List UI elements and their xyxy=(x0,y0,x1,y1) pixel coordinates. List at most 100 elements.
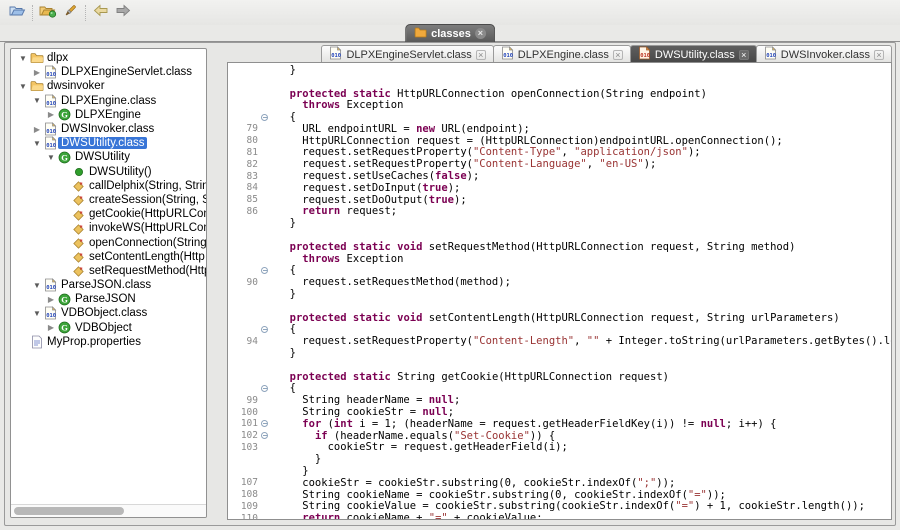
tree-item-dwsinvoker-class[interactable]: ▶010DWSInvoker.class xyxy=(11,122,206,136)
code-text: } xyxy=(271,64,296,76)
tree-item-label: DWSInvoker.class xyxy=(58,123,157,135)
code-text: request.setRequestProperty("Content-Lang… xyxy=(271,158,656,170)
code-text: protected static void setContentLength(H… xyxy=(271,312,840,324)
line-number: 100 xyxy=(228,407,258,418)
tree-item-parsejson-class[interactable]: ▼010ParseJSON.class xyxy=(11,278,206,292)
tree-item-dwsinvoker[interactable]: ▼dwsinvoker xyxy=(11,79,206,93)
open-file-button[interactable] xyxy=(6,3,28,23)
tree-item-dwsutility[interactable]: ▼GDWSUtility xyxy=(11,150,206,164)
fold-collapse-icon[interactable] xyxy=(258,267,271,274)
chevron-right-icon[interactable]: ▶ xyxy=(31,125,43,134)
close-icon[interactable]: × xyxy=(475,28,486,39)
chevron-down-icon[interactable]: ▼ xyxy=(31,309,43,318)
tree-item-setrequestmethod-http[interactable]: ssetRequestMethod(Http xyxy=(11,264,206,278)
svg-text:G: G xyxy=(61,153,68,163)
chevron-right-icon[interactable]: ▶ xyxy=(45,295,57,304)
package-tree-panel: ▼dlpx▶010DLPXEngineServlet.class▼dwsinvo… xyxy=(10,48,207,518)
code-text: request.setRequestProperty("Content-Type… xyxy=(271,146,701,158)
chevron-down-icon[interactable]: ▼ xyxy=(17,82,29,91)
back-arrow-button[interactable] xyxy=(90,3,112,23)
svg-text:010: 010 xyxy=(46,72,56,78)
editor-tab-dwsutility-class[interactable]: 010DWSUtility.class× xyxy=(630,45,757,63)
tree-item-dlpxengine[interactable]: ▶GDLPXEngine xyxy=(11,108,206,122)
tree-item-vdbobject[interactable]: ▶GVDBObject xyxy=(11,321,206,335)
fold-collapse-icon[interactable] xyxy=(258,385,271,392)
tree-item-getcookie-httpurlcon[interactable]: sgetCookie(HttpURLCon xyxy=(11,207,206,221)
tree-item-dwsutility-class[interactable]: ▼010DWSUtility.class xyxy=(11,136,206,150)
code-line: { xyxy=(228,383,891,395)
class-file-icon: 010 xyxy=(329,46,342,63)
scrollbar-thumb[interactable] xyxy=(14,507,124,515)
chevron-down-icon[interactable]: ▼ xyxy=(17,54,29,63)
chevron-right-icon[interactable]: ▶ xyxy=(31,68,43,77)
code-panel[interactable]: } protected static HttpURLConnection ope… xyxy=(227,62,892,520)
forward-arrow-button[interactable] xyxy=(112,3,134,23)
code-line: 81 request.setRequestProperty("Content-T… xyxy=(228,147,891,159)
tree-item-dlpx[interactable]: ▼dlpx xyxy=(11,51,206,65)
window-tab-strip: classes × xyxy=(0,25,900,42)
tree-item-createsession-string-st[interactable]: screateSession(String, St xyxy=(11,193,206,207)
svg-text:010: 010 xyxy=(766,53,776,59)
type-icon: G xyxy=(57,321,72,334)
class-icon: 010 xyxy=(43,278,58,292)
code-text: { xyxy=(271,264,296,276)
code-line: } xyxy=(228,347,891,359)
fold-collapse-icon[interactable] xyxy=(258,432,271,439)
tree-item-dlpxengineservlet-class[interactable]: ▶010DLPXEngineServlet.class xyxy=(11,65,206,79)
code-line: 99 String headerName = null; xyxy=(228,394,891,406)
code-text: cookieStr = request.getHeaderField(i); xyxy=(271,441,568,453)
code-text: throws Exception xyxy=(271,253,403,265)
decompile-brush-icon xyxy=(62,3,78,23)
line-number: 107 xyxy=(228,477,258,488)
type-icon: G xyxy=(57,108,72,121)
tree-item-invokews-httpurlconn[interactable]: sinvokeWS(HttpURLConn xyxy=(11,221,206,235)
tree-item-setcontentlength-http[interactable]: ssetContentLength(Http xyxy=(11,250,206,264)
code-text: return cookieName + "=" + cookieValue; xyxy=(271,512,543,520)
line-number: 84 xyxy=(228,182,258,193)
editor-tab-label: DLPXEngine.class xyxy=(518,49,609,61)
editor-tab-dlpxengineservlet-class[interactable]: 010DLPXEngineServlet.class× xyxy=(321,45,493,63)
code-line: 100 String cookieStr = null; xyxy=(228,406,891,418)
tree-horizontal-scrollbar[interactable] xyxy=(11,504,206,517)
tree-item-openconnection-string-[interactable]: sopenConnection(String) xyxy=(11,235,206,249)
fold-collapse-icon[interactable] xyxy=(258,420,271,427)
line-number: 99 xyxy=(228,395,258,406)
fold-collapse-icon[interactable] xyxy=(258,326,271,333)
tree-item-calldelphix-string-strin[interactable]: scallDelphix(String, Strin xyxy=(11,179,206,193)
close-icon[interactable]: × xyxy=(476,50,486,60)
line-number: 90 xyxy=(228,277,258,288)
tree-item-label: setRequestMethod(Http xyxy=(86,265,206,277)
decompile-brush-button[interactable] xyxy=(59,3,81,23)
fold-collapse-icon[interactable] xyxy=(258,114,271,121)
tree-item-vdbobject-class[interactable]: ▼010VDBObject.class xyxy=(11,306,206,320)
editor-tab-dlpxengine-class[interactable]: 010DLPXEngine.class× xyxy=(493,45,631,63)
close-icon[interactable]: × xyxy=(613,50,623,60)
tree-item-dwsutility-[interactable]: DWSUtility() xyxy=(11,165,206,179)
tree-item-myprop-properties[interactable]: MyProp.properties xyxy=(11,335,206,349)
open-archive-button[interactable] xyxy=(37,3,59,23)
tree-item-parsejson[interactable]: ▶GParseJSON xyxy=(11,292,206,306)
folder-tab-icon xyxy=(414,27,427,41)
toolbar xyxy=(0,0,900,25)
tree-item-label: DLPXEngine xyxy=(72,109,144,121)
tree-item-dlpxengine-class[interactable]: ▼010DLPXEngine.class xyxy=(11,94,206,108)
code-line: 84 request.setDoInput(true); xyxy=(228,182,891,194)
close-icon[interactable]: × xyxy=(874,50,884,60)
window-tab-classes[interactable]: classes × xyxy=(405,24,495,42)
tree-item-label: ParseJSON xyxy=(72,293,139,305)
close-icon[interactable]: × xyxy=(739,50,749,60)
code-line: } xyxy=(228,465,891,477)
chevron-down-icon[interactable]: ▼ xyxy=(31,281,43,290)
chevron-down-icon[interactable]: ▼ xyxy=(45,153,57,162)
line-number: 81 xyxy=(228,147,258,158)
method-icon: s xyxy=(71,264,86,277)
editor-tab-dwsinvoker-class[interactable]: 010DWSInvoker.class× xyxy=(756,45,892,63)
line-number: 82 xyxy=(228,159,258,170)
code-text: return request; xyxy=(271,205,397,217)
chevron-down-icon[interactable]: ▼ xyxy=(31,96,43,105)
chevron-right-icon[interactable]: ▶ xyxy=(45,323,57,332)
chevron-right-icon[interactable]: ▶ xyxy=(45,110,57,119)
code-lines: } protected static HttpURLConnection ope… xyxy=(228,64,891,519)
chevron-down-icon[interactable]: ▼ xyxy=(31,139,43,148)
code-line: 102 if (headerName.equals("Set-Cookie"))… xyxy=(228,430,891,442)
